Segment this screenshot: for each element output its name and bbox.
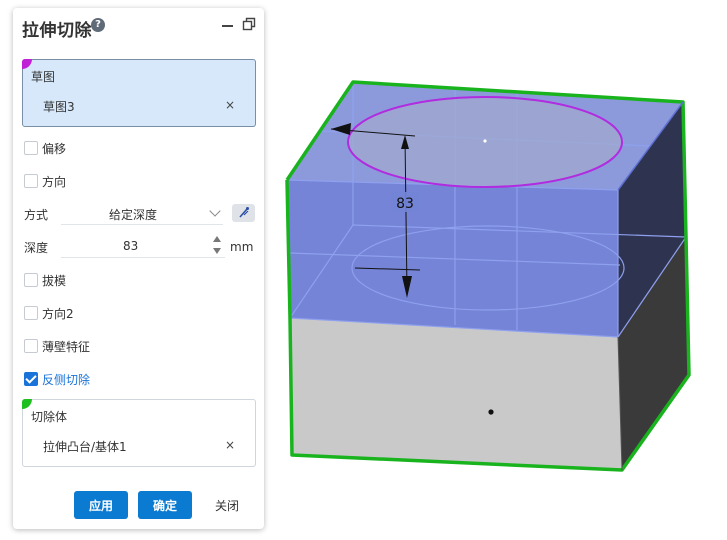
direction2-label: 方向2 — [42, 307, 74, 321]
help-icon[interactable]: ? — [91, 18, 105, 32]
3d-viewport[interactable]: 83 — [270, 0, 727, 540]
cut-body-label: 切除体 — [31, 410, 68, 424]
direction-checkbox[interactable] — [24, 174, 38, 188]
close-button[interactable]: 关闭 — [205, 491, 249, 519]
circle-center-point — [483, 139, 487, 143]
thin-feature-checkbox[interactable] — [24, 339, 38, 353]
minimize-icon[interactable] — [222, 25, 233, 27]
dimension-label[interactable]: 83 — [396, 196, 414, 212]
direction-label: 方向 — [42, 175, 67, 189]
chevron-down-icon — [209, 205, 221, 217]
depth-input[interactable]: 83 — [61, 237, 225, 258]
spin-up-icon[interactable] — [213, 236, 221, 242]
offset-checkbox[interactable] — [24, 141, 38, 155]
ok-button[interactable]: 确定 — [138, 491, 192, 519]
direction2-checkbox[interactable] — [24, 306, 38, 320]
sketch-item[interactable]: 草图3 — [43, 98, 75, 115]
panel-title: 拉伸切除 — [22, 21, 92, 41]
depth-label: 深度 — [24, 241, 49, 255]
cut-body-selection-box[interactable]: 切除体 拉伸凸台/基体1 × — [22, 399, 256, 467]
face-center-point — [488, 409, 494, 415]
pick-icon — [239, 207, 249, 218]
block-front-face — [290, 318, 622, 470]
sketch-selection-box[interactable]: 草图 草图3 × — [22, 59, 256, 127]
method-value: 给定深度 — [109, 208, 158, 222]
offset-label: 偏移 — [42, 142, 67, 156]
draft-checkbox[interactable] — [24, 273, 38, 287]
remove-body-icon[interactable]: × — [225, 438, 235, 452]
thin-feature-label: 薄壁特征 — [42, 340, 91, 354]
apply-button[interactable]: 应用 — [74, 491, 128, 519]
remove-sketch-icon[interactable]: × — [225, 98, 235, 112]
depth-value: 83 — [123, 239, 139, 253]
method-dropdown[interactable]: 给定深度 — [61, 204, 223, 225]
spin-down-icon[interactable] — [213, 248, 221, 254]
pick-direction-button[interactable] — [232, 204, 255, 222]
depth-unit: mm — [230, 240, 254, 254]
cut-body-item[interactable]: 拉伸凸台/基体1 — [43, 438, 127, 455]
restore-icon[interactable] — [242, 17, 256, 31]
sketch-label: 草图 — [31, 70, 56, 84]
draft-label: 拔模 — [42, 274, 67, 288]
extrude-cut-panel: 拉伸切除 ? 草图 草图3 × 偏移 方向 方式 给定深度 深度 83 mm 拔… — [13, 8, 264, 529]
flip-side-label: 反侧切除 — [42, 373, 91, 387]
method-label: 方式 — [24, 208, 49, 222]
flip-side-checkbox[interactable] — [24, 372, 38, 386]
